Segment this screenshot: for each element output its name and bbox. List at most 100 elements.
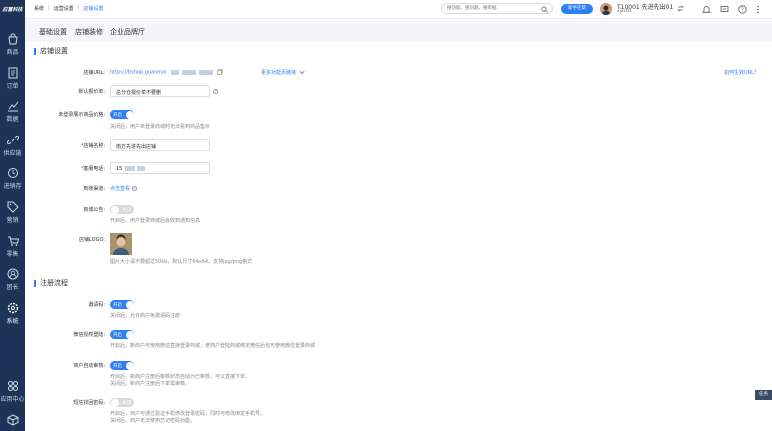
- phone-label: *客服电话:: [80, 166, 105, 172]
- sms-reset-toggle[interactable]: 关闭: [110, 398, 134, 407]
- toggle-text: 开启: [113, 302, 122, 308]
- tab-basic-settings[interactable]: 基础设置: [39, 27, 67, 37]
- sidebar-item-data[interactable]: 数据: [0, 100, 25, 123]
- cube-icon: [7, 414, 18, 426]
- bell-icon[interactable]: [702, 5, 711, 14]
- shop-name-label-text: 店铺名称:: [83, 143, 105, 149]
- redacted-text: [137, 166, 146, 171]
- message-icon[interactable]: [720, 5, 729, 14]
- toggle-text: 开启: [113, 363, 122, 369]
- show-price-toggle[interactable]: 开启: [110, 110, 134, 119]
- sidebar-item-system[interactable]: 系统: [0, 302, 25, 325]
- auto-audit-toggle[interactable]: 开启: [110, 361, 134, 370]
- notice-toggle[interactable]: 关闭: [110, 205, 134, 214]
- invite-code-toggle[interactable]: 开启: [110, 300, 134, 309]
- new-user-help-button[interactable]: 新手在帮: [561, 4, 593, 14]
- main-content: 店铺设置 店铺URL: https://bshop.guanmai 更多功能页链…: [25, 42, 772, 431]
- breadcrumb-ops[interactable]: 运营设置: [54, 5, 74, 12]
- help-icon[interactable]: ?: [213, 89, 218, 94]
- user-icon: [7, 268, 18, 280]
- url-label: 店铺URL:: [83, 70, 105, 76]
- phone-label-text: 客服电话:: [83, 166, 105, 172]
- sidebar-item-retail[interactable]: 零售: [0, 235, 25, 258]
- sms-reset-label: 短信找回密码:: [73, 400, 105, 406]
- price-list-select[interactable]: 总分仓报价单不要删: [110, 85, 210, 97]
- sidebar-item-leader[interactable]: 团长: [0, 268, 25, 291]
- more-icon[interactable]: [756, 5, 760, 14]
- phone-input[interactable]: 15: [110, 162, 210, 174]
- help-icon[interactable]: ?: [132, 186, 138, 191]
- user-account: xjxc01: [617, 9, 632, 14]
- more-links-label: 更多功能页链接: [261, 70, 297, 76]
- auto-audit-hint-on: 开启后，新商户注册后审核状态自动为已审核，可以直接下单。: [110, 374, 251, 380]
- tab-shop-decoration[interactable]: 店铺装修: [75, 27, 103, 37]
- switch-icon[interactable]: [677, 5, 684, 12]
- logo-hint: 图片大小请不要超过50kb，默认尺寸64x64，支持jpg/png格式: [110, 259, 253, 265]
- invite-code-hint: 关闭后，允许商户免邀请码注册: [110, 313, 181, 319]
- chart-icon: [7, 101, 18, 112]
- redacted-text: [198, 69, 213, 75]
- channel-label: 到账渠道:: [83, 186, 105, 192]
- redacted-text: [181, 69, 196, 75]
- sms-reset-hint-off: 关闭后，商户无法使用忘记密码功能。: [110, 418, 196, 424]
- more-links-dropdown[interactable]: 更多功能页链接: [261, 69, 305, 76]
- shop-url-link[interactable]: https://bshop.guanmai: [110, 70, 167, 76]
- sidebar-item-label: 供应链: [3, 150, 22, 157]
- shop-logo-image[interactable]: [110, 233, 132, 255]
- auto-audit-label: 商户自动审核:: [73, 363, 105, 369]
- toggle-text: 开启: [113, 112, 122, 118]
- breadcrumb-current[interactable]: 店铺设置: [83, 5, 103, 12]
- shop-name-input[interactable]: 南方先进先出店铺: [110, 139, 210, 151]
- help-icon[interactable]: ?: [738, 5, 747, 14]
- view-channel-link[interactable]: 点击查看: [110, 186, 130, 192]
- tab-brand-hall[interactable]: 企业品牌厅: [110, 27, 145, 37]
- breadcrumb-system[interactable]: 系统: [34, 5, 44, 12]
- apps-icon: [7, 381, 18, 391]
- toggle-text: 开启: [113, 332, 122, 338]
- sidebar-item-inventory[interactable]: 进销存: [0, 167, 25, 190]
- toggle-text: 关闭: [122, 400, 131, 406]
- sidebar-item-orders[interactable]: 订单: [0, 67, 25, 90]
- sidebar-item-label: 团长: [6, 284, 19, 291]
- sidebar-item-label: 商品: [6, 49, 19, 56]
- sidebar-item-cube[interactable]: [0, 414, 25, 428]
- search-box[interactable]: [441, 3, 553, 14]
- sidebar-item-label: 零售: [6, 251, 19, 258]
- redacted-text: [125, 166, 136, 171]
- wechat-login-toggle[interactable]: 开启: [110, 330, 134, 339]
- how-url-link[interactable]: 如何生效URL?: [724, 69, 757, 76]
- breadcrumb: 系统 | 运营设置 | 店铺设置: [34, 5, 103, 12]
- show-price-hint: 关闭后，用户未登录商城时无法看到商品售价: [110, 124, 211, 130]
- invite-code-label: 邀请码:: [88, 302, 105, 308]
- cart-icon: [7, 236, 19, 246]
- price-list-label: 默认报价单:: [78, 89, 105, 95]
- auto-audit-hint-off: 关闭后，新商户注册后下单需审核。: [110, 381, 191, 387]
- left-sidebar: 应富科技 商品 订单 数据 供应链 进销存 营销 零售 团长 系统 应用中心: [0, 0, 25, 431]
- copy-icon[interactable]: [217, 69, 223, 75]
- settings-tabs: 基础设置 店铺装修 企业品牌厅: [25, 20, 772, 42]
- show-price-label: 未登录展示商品价格:: [58, 112, 105, 118]
- toggle-knob: [110, 205, 119, 214]
- breadcrumb-separator: |: [77, 5, 80, 11]
- gear-icon: [7, 302, 18, 314]
- sidebar-item-supply-chain[interactable]: 供应链: [0, 134, 25, 157]
- sidebar-item-app-center[interactable]: 应用中心: [0, 380, 25, 403]
- section-title-register: 注册流程: [34, 280, 68, 287]
- task-float-tab[interactable]: 任务: [755, 390, 772, 400]
- search-input[interactable]: [442, 4, 537, 11]
- brand-logo: 应富科技: [2, 7, 23, 13]
- avatar[interactable]: [600, 3, 612, 15]
- sidebar-item-label: 数据: [6, 116, 19, 123]
- sms-reset-hint-on: 开启后，商户可通过验证手机修改登录密码，同时可修改绑定手机号。: [110, 411, 266, 417]
- channel-row: 点击查看?: [110, 185, 138, 192]
- refresh-icon: [7, 168, 18, 178]
- sidebar-item-marketing[interactable]: 营销: [0, 201, 25, 224]
- search-icon[interactable]: [541, 6, 548, 13]
- redacted-text: [170, 69, 179, 75]
- tag-icon: [7, 201, 19, 213]
- document-icon: [8, 67, 17, 79]
- wechat-login-label: 微信授权登陆:: [73, 332, 105, 338]
- link-icon: [6, 135, 19, 145]
- sidebar-item-goods[interactable]: 商品: [0, 33, 25, 56]
- toggle-knob: [125, 110, 134, 119]
